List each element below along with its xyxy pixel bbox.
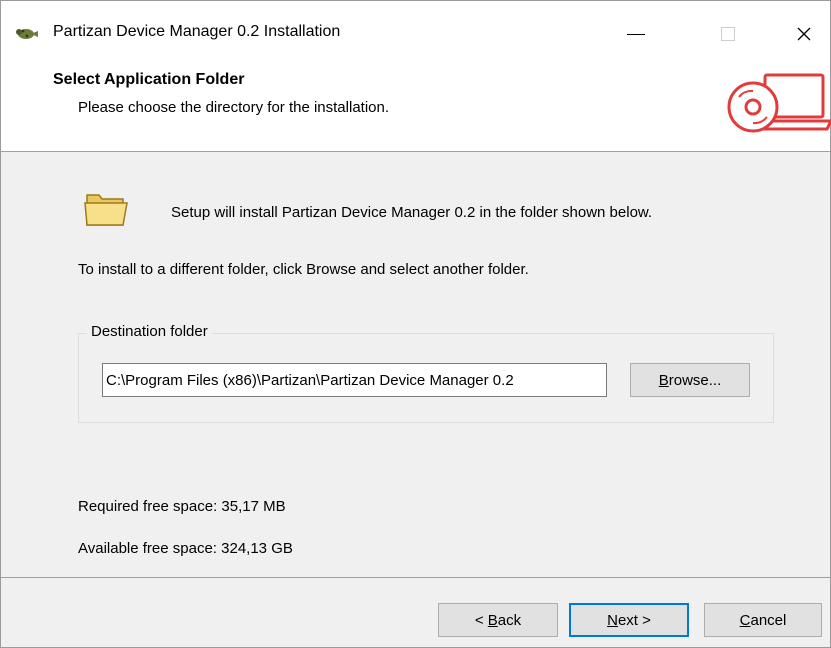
available-space-text: Available free space: 324,13 GB (78, 540, 293, 557)
minimize-button[interactable] (613, 15, 659, 53)
maximize-icon (721, 27, 735, 41)
back-prefix: < (474, 611, 488, 629)
window-title: Partizan Device Manager 0.2 Installation (53, 23, 341, 40)
browse-label-rest: rowse... (668, 371, 722, 389)
laptop-disc-icon (727, 73, 831, 133)
browse-mnemonic: B (658, 371, 669, 389)
next-button[interactable]: Next > (569, 603, 689, 637)
folder-icon (84, 194, 128, 226)
browse-button[interactable]: Browse... (630, 363, 750, 397)
page-title: Select Application Folder (53, 71, 245, 88)
intro-text: Setup will install Partizan Device Manag… (171, 204, 653, 221)
installer-window: Partizan Device Manager 0.2 Installation… (0, 0, 831, 648)
minimize-icon (627, 33, 645, 35)
next-mnemonic: N (607, 611, 618, 629)
next-label-rest: ext > (617, 611, 651, 629)
cancel-mnemonic: C (739, 611, 751, 629)
cancel-button[interactable]: Cancel (704, 603, 822, 637)
page-subtitle: Please choose the directory for the inst… (78, 99, 390, 116)
back-label-rest: ack (497, 611, 522, 629)
instruction-text: To install to a different folder, click … (78, 261, 529, 278)
close-icon (797, 27, 811, 41)
close-button[interactable] (781, 15, 827, 53)
app-icon (16, 29, 38, 39)
required-space-text: Required free space: 35,17 MB (78, 498, 286, 515)
cancel-label-rest: ancel (750, 611, 787, 629)
destination-group-label: Destination folder (87, 323, 212, 340)
footer-divider (1, 577, 830, 578)
back-mnemonic: B (487, 611, 498, 629)
destination-path-input[interactable] (102, 363, 607, 397)
header-panel: Select Application Folder Please choose … (1, 63, 831, 152)
back-button[interactable]: < Back (438, 603, 558, 637)
title-bar[interactable]: Partizan Device Manager 0.2 Installation (1, 1, 830, 63)
maximize-button[interactable] (705, 15, 751, 53)
